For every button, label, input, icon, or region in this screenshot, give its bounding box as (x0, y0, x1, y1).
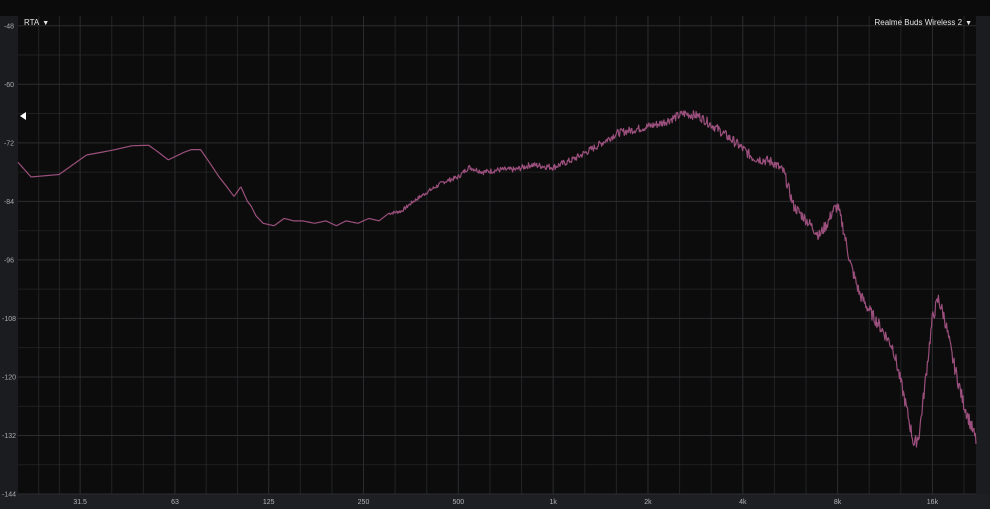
trace-layer (17, 110, 977, 448)
y-tick-label: -60 (4, 82, 14, 89)
y-tick-label: -84 (4, 199, 14, 206)
x-tick-label: 250 (358, 499, 370, 506)
y-tick-label: -48 (4, 23, 14, 30)
y-tick-label: -108 (2, 316, 16, 323)
x-tick-label: 31.5 (73, 499, 87, 506)
x-tick-label: 1k (549, 499, 557, 506)
frequency-response-line (17, 110, 977, 448)
rta-dropdown[interactable]: RTA ▼ (24, 18, 49, 27)
chevron-down-icon: ▼ (42, 20, 50, 27)
device-dropdown[interactable]: Realme Buds Wireless 2 ▼ (874, 18, 972, 27)
y-tick-label: -120 (2, 374, 16, 381)
level-marker-handle[interactable] (20, 112, 26, 120)
x-tick-label: 125 (263, 499, 275, 506)
frequency-response-chart: 31.5 63 125 250 500 1k 2k 4k 8k 16k -48 -60 -72 -84 -9… (2, 16, 977, 506)
x-tick-label: 500 (452, 499, 464, 506)
y-tick-label: -72 (4, 140, 14, 147)
rta-dropdown-label: RTA (24, 18, 40, 27)
tick-labels: 31.5 63 125 250 500 1k 2k 4k 8k 16k -48 -60 -72 -84 -9… (2, 23, 939, 506)
x-tick-label: 63 (171, 499, 179, 506)
y-tick-label: -144 (2, 492, 16, 499)
x-tick-label: 4k (739, 499, 747, 506)
grid (18, 16, 976, 495)
x-tick-label: 16k (927, 499, 939, 506)
y-tick-label: -96 (4, 257, 14, 264)
device-dropdown-label: Realme Buds Wireless 2 (874, 18, 963, 27)
y-tick-label: -132 (2, 433, 16, 440)
x-tick-label: 8k (834, 499, 842, 506)
x-tick-label: 2k (644, 499, 652, 506)
chevron-down-icon: ▼ (965, 20, 972, 27)
